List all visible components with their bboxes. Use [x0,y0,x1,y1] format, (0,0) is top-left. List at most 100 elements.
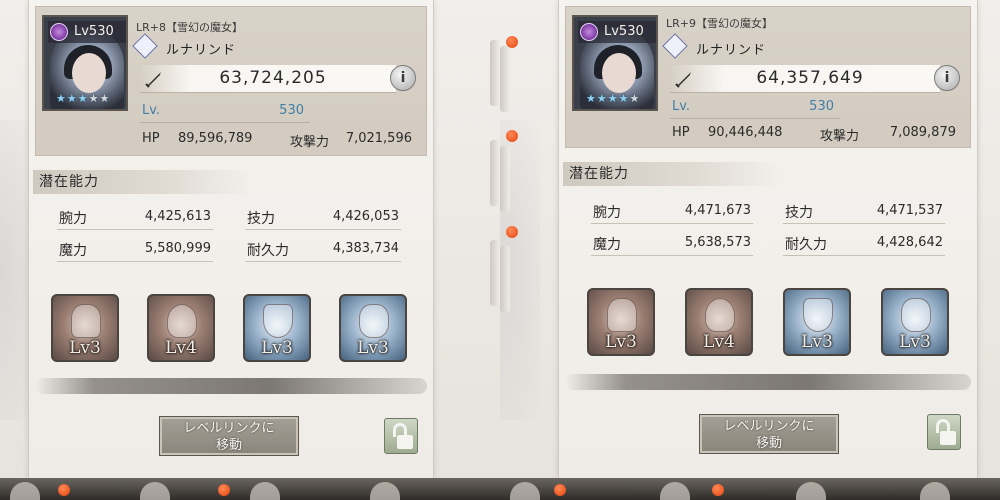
nav-home-icon[interactable] [10,482,40,500]
screenshot-right: Lv530 ★★★★★ LR+9【雪幻の魔女】 ルナリンド 64,357,649… [500,0,1000,500]
level-link-label-line2: 移動 [215,438,242,453]
star-icon: ★ [586,92,597,105]
level-value: 530 [279,103,304,118]
level-value: 530 [809,99,834,114]
skull-icon [705,298,735,332]
star-icon: ★ [618,92,630,105]
notification-dot [712,484,724,496]
level-link-button[interactable]: レベルリンクに 移動 [699,414,839,454]
attack-value: 7,021,596 [345,131,412,146]
attribute-strength: 腕力 4,425,613 [57,206,213,230]
attack-label: 攻撃力 [820,129,860,144]
skill-level: Lv3 [899,332,931,352]
attribute-label: 技力 [785,205,813,221]
character-portrait[interactable]: Lv530 ★★★★★ [572,15,658,111]
side-tab-handle[interactable] [490,240,500,306]
decorative-divider [565,374,971,390]
level-link-label-line1: レベルリンクに [723,419,815,434]
character-name: ルナリンド [696,43,767,58]
notification-dot [506,226,518,238]
attribute-strength: 腕力 4,471,673 [591,200,753,224]
coffin-icon [607,298,637,332]
lock-body-icon [397,435,413,449]
hp-attack-row: HP 89,596,789 攻撃力 7,021,596 [140,131,412,151]
attribute-technique: 技力 4,426,053 [245,206,401,230]
info-button[interactable]: i [934,65,960,91]
skill-ice-crest-icon[interactable]: Lv3 [339,294,407,362]
skill-ice-crest-icon[interactable]: Lv3 [881,288,949,356]
side-tab-handle[interactable] [500,46,510,112]
notification-dot [218,484,230,496]
lock-body-icon [940,431,956,445]
sword-icon [675,72,691,88]
attribute-technique: 技力 4,471,537 [783,200,945,224]
sword-icon [145,72,161,88]
shield-icon [803,298,833,332]
hp-attack-row: HP 90,446,448 攻撃力 7,089,879 [670,125,956,145]
hp-value: 89,596,789 [178,131,253,146]
character-detail-panel: Lv530 ★★★★★ LR+8【雪幻の魔女】 ルナリンド 63,724,205… [28,0,434,478]
ice-crest-icon [901,298,931,332]
unlocked-lock-button[interactable] [927,414,961,450]
side-tab-handle[interactable] [500,146,510,212]
attribute-durability: 耐久力 4,383,734 [245,238,401,262]
nav-emblem-icon[interactable] [140,482,170,500]
skill-skull-icon[interactable]: Lv4 [147,294,215,362]
level-row: Lv. 530 [140,103,310,123]
star-icon: ★ [607,92,619,105]
star-icon: ★ [56,92,67,105]
portrait-face [72,53,106,93]
attribute-value: 4,426,053 [332,209,399,224]
potential-section-title: 潜在能力 [563,162,783,186]
nav-gate-icon[interactable] [920,482,950,500]
notification-dot [506,130,518,142]
bottom-nav-bar [500,478,1000,500]
nav-gate-icon[interactable] [370,482,400,500]
skill-shield-icon[interactable]: Lv3 [243,294,311,362]
level-label: Lv. [672,99,691,114]
notification-dot [506,36,518,48]
hp-label: HP [142,131,160,146]
side-tab-handle[interactable] [490,140,500,206]
ice-crest-icon [359,304,389,338]
rarity-title: LR+8【雪幻の魔女】 [136,21,243,34]
level-row: Lv. 530 [670,99,840,119]
skill-level: Lv3 [261,338,293,358]
portrait-face [602,53,636,93]
attribute-label: 魔力 [59,243,87,259]
attribute-value: 4,471,673 [684,203,751,218]
nav-home-icon[interactable] [510,482,540,500]
skill-skull-icon[interactable]: Lv4 [685,288,753,356]
combat-power-value: 64,357,649 [756,68,864,88]
skill-coffin-icon[interactable]: Lv3 [587,288,655,356]
character-portrait[interactable]: Lv530 ★★★★★ [42,15,128,111]
side-tab-handle[interactable] [490,40,500,106]
attack-label: 攻撃力 [290,135,330,150]
unlocked-lock-button[interactable] [384,418,418,454]
character-detail-panel: Lv530 ★★★★★ LR+9【雪幻の魔女】 ルナリンド 64,357,649… [558,0,978,478]
dark-element-icon [50,23,68,41]
combat-power-value: 63,724,205 [219,68,327,88]
nav-menu-icon[interactable] [250,482,280,500]
combat-power-bar: 64,357,649 i [670,65,960,93]
level-link-button[interactable]: レベルリンクに 移動 [159,416,299,456]
notification-dot [58,484,70,496]
attribute-value: 4,428,642 [876,235,943,250]
star-icon: ★ [66,92,78,105]
potential-section-title: 潜在能力 [33,170,253,194]
decorative-divider [35,378,427,394]
nav-menu-icon[interactable] [796,482,826,500]
attribute-label: 技力 [247,211,275,227]
notification-dot [554,484,566,496]
coffin-icon [71,304,101,338]
side-tab-handle[interactable] [500,246,510,312]
skill-level: Lv3 [357,338,389,358]
info-button[interactable]: i [390,65,416,91]
star-empty-icon: ★ [629,92,641,105]
skill-shield-icon[interactable]: Lv3 [783,288,851,356]
nav-emblem-icon[interactable] [660,482,690,500]
attribute-label: 腕力 [593,205,621,221]
skill-coffin-icon[interactable]: Lv3 [51,294,119,362]
attribute-value: 4,425,613 [144,209,211,224]
attribute-durability: 耐久力 4,428,642 [783,232,945,256]
